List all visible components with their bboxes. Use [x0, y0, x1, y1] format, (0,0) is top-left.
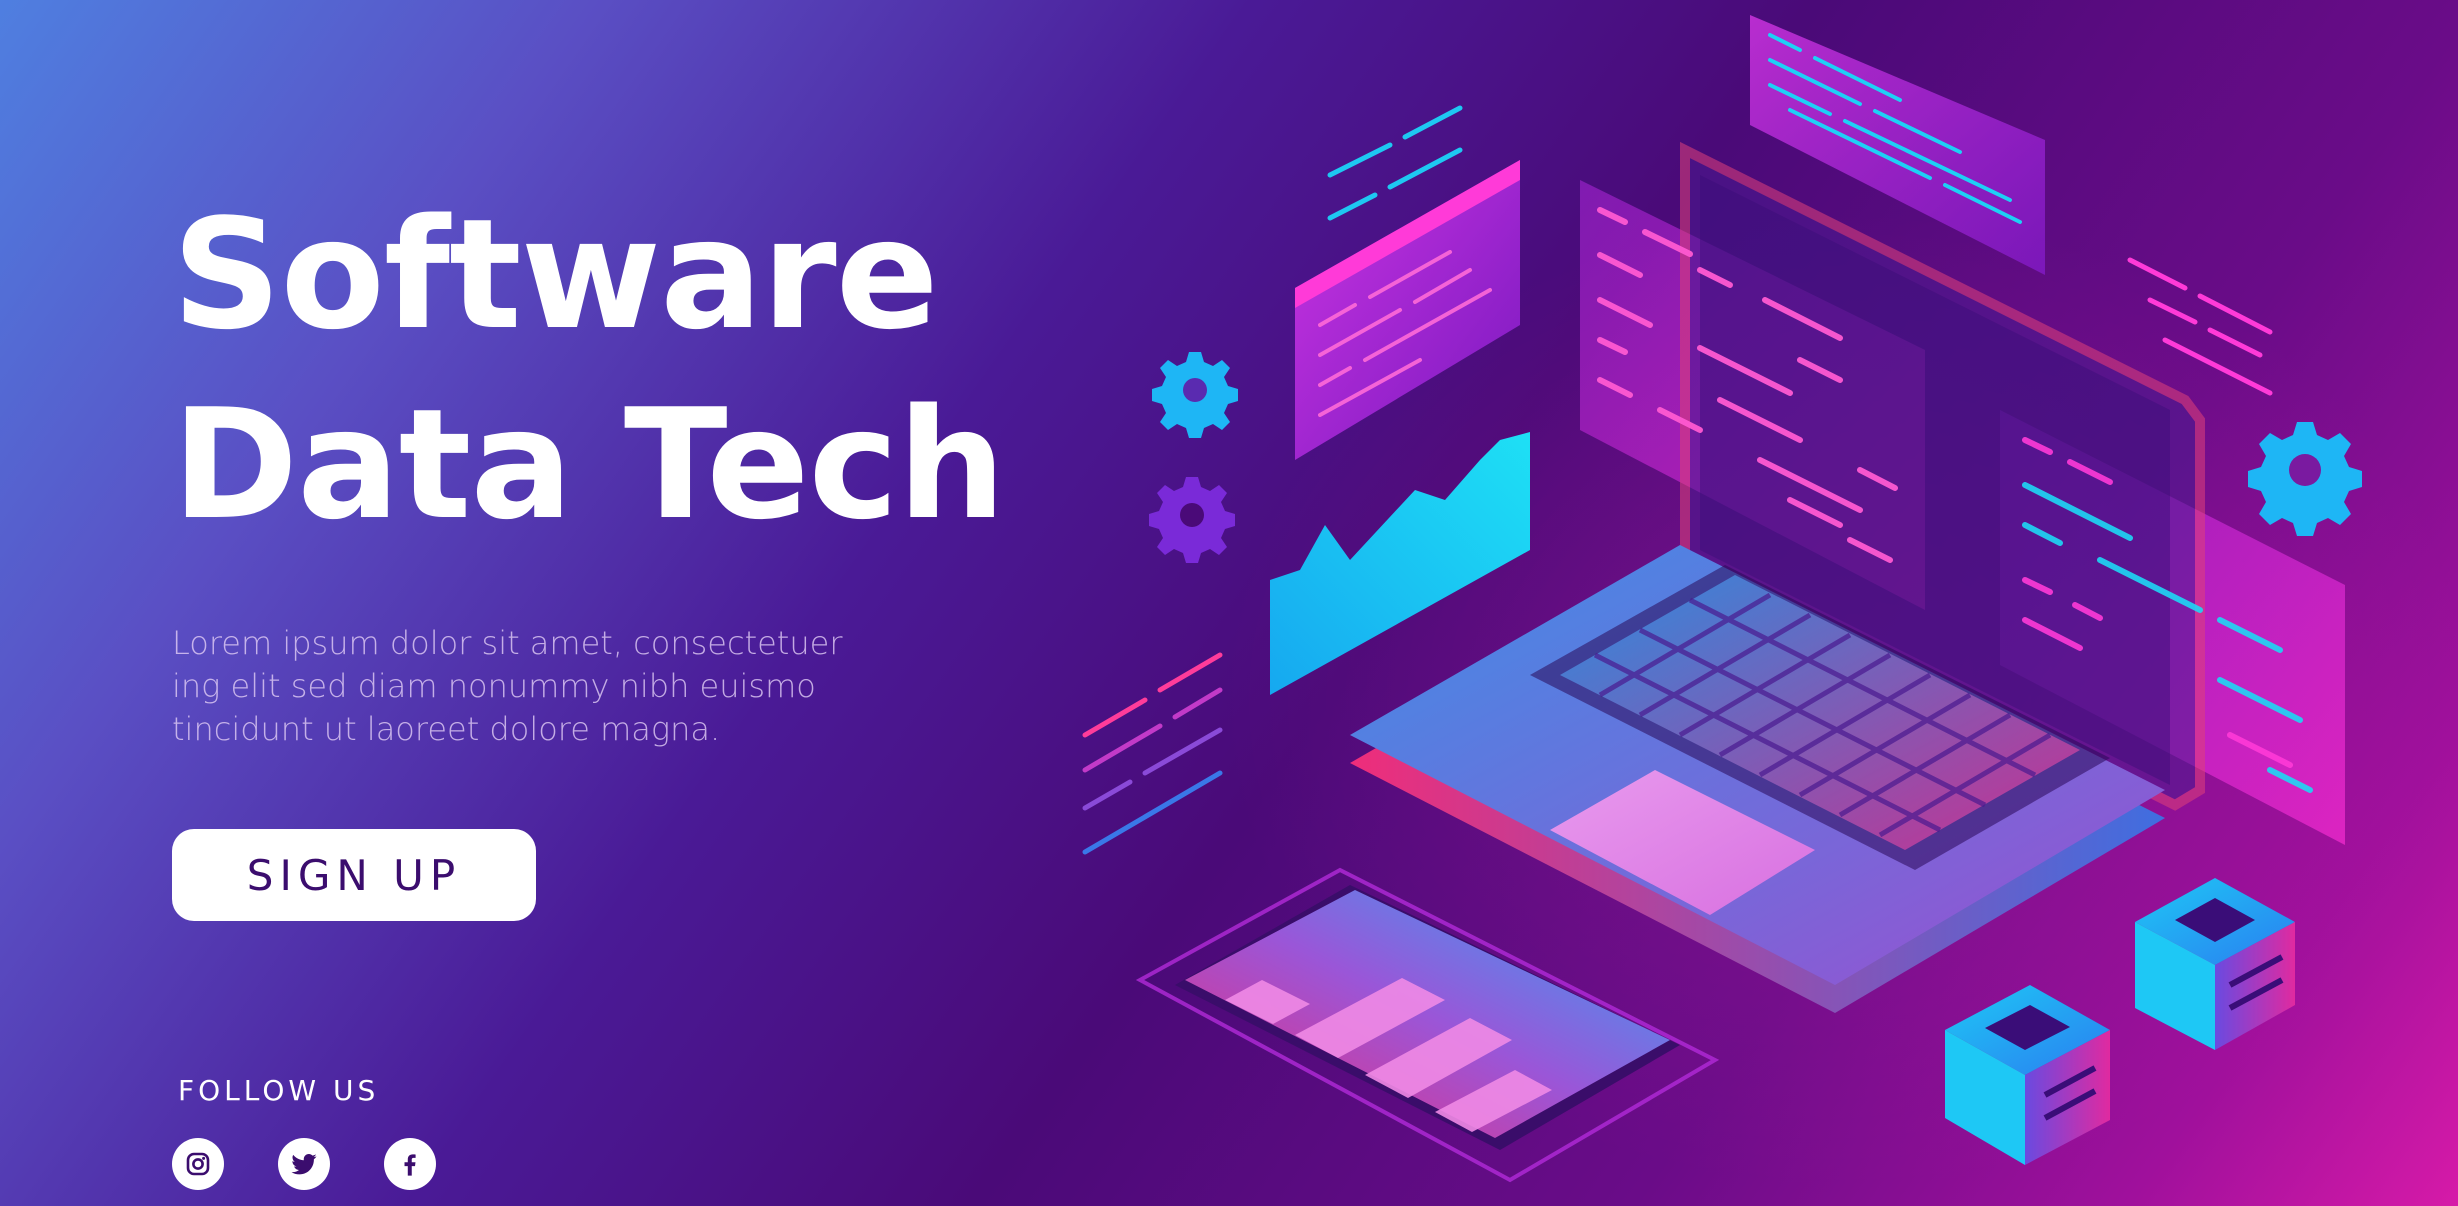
hero-title: Software Data Tech — [172, 186, 1006, 553]
facebook-icon — [404, 1154, 416, 1176]
hero-description: Lorem ipsum dolor sit amet, consectetuer… — [172, 624, 843, 748]
social-links — [172, 1138, 436, 1190]
sign-up-button[interactable]: SIGN UP — [172, 829, 536, 921]
twitter-icon — [291, 1154, 317, 1175]
facebook-link[interactable] — [384, 1138, 436, 1190]
instagram-icon — [186, 1152, 210, 1176]
isometric-laptop-illustration — [1082, 15, 2362, 1183]
instagram-link[interactable] — [172, 1138, 224, 1190]
hero-section: Software Data Tech Lorem ipsum dolor sit… — [172, 180, 1052, 751]
twitter-link[interactable] — [278, 1138, 330, 1190]
follow-us-heading: FOLLOW US — [178, 1074, 380, 1107]
